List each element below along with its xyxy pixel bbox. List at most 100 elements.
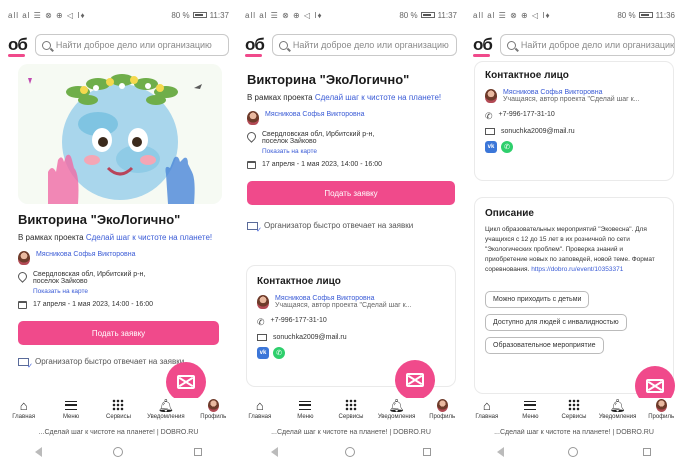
recents-icon[interactable]	[642, 448, 651, 456]
nav-notifications[interactable]: 🔔︎ Уведомления	[377, 397, 417, 421]
system-navigation	[237, 443, 465, 461]
search-input[interactable]: Найти доброе дело или организацию	[271, 34, 457, 56]
system-navigation	[465, 443, 683, 461]
organizer-avatar	[247, 111, 259, 125]
browser-url-title[interactable]: ...Сделай шаг к чистоте на планете! | DO…	[465, 429, 683, 441]
signal-icons: all al ☰ ⊗ ⊕ ◁ I♦	[245, 10, 323, 20]
back-icon[interactable]	[497, 447, 505, 457]
nav-notifications[interactable]: 🔔︎ Уведомления	[146, 398, 186, 421]
nav-menu[interactable]: Меню	[510, 398, 550, 420]
whatsapp-icon[interactable]: ✆	[273, 347, 285, 359]
tag-accessible[interactable]: Доступно для людей с инвалидностью	[485, 314, 627, 332]
whatsapp-icon[interactable]: ✆	[501, 141, 513, 153]
contact-email[interactable]: sonuchka2009@mail.ru	[501, 128, 575, 135]
contact-email-row: sonuchka2009@mail.ru	[257, 334, 445, 341]
nav-home[interactable]: ⌂ Главная	[467, 398, 507, 421]
system-navigation	[0, 443, 237, 461]
dobro-logo[interactable]: об	[473, 35, 493, 57]
tag-educational[interactable]: Образовательное мероприятие	[485, 337, 604, 355]
organizer-name-link[interactable]: Мясникова Софья Викторовна	[36, 251, 136, 258]
clock: 11:37	[437, 10, 457, 20]
search-input[interactable]: Найти доброе дело или организацию	[499, 34, 675, 56]
status-bar: all al ☰ ⊗ ⊕ ◁ I♦ 80 % 11:37	[0, 0, 237, 30]
organizer-row: Мясникова Софья Викторовна	[18, 251, 219, 265]
project-link[interactable]: Сделай шаг к чистоте на планете!	[315, 93, 441, 102]
contact-role: Учащаяся, автор проекта "Сделай шаг к...	[275, 302, 412, 309]
show-on-map-link[interactable]: Показать на карте	[262, 148, 455, 155]
nav-profile[interactable]: Профиль	[193, 398, 233, 420]
menu-icon	[299, 400, 312, 410]
social-links: vk ✆	[257, 347, 445, 359]
home-circle-icon[interactable]	[112, 447, 123, 457]
nav-notifications[interactable]: 🔔︎ Уведомления	[598, 398, 638, 421]
contact-person-row: Мясникова Софья Викторовна Учащаяся, авт…	[257, 295, 445, 309]
search-header: об Найти доброе дело или организацию	[237, 32, 465, 58]
nav-profile[interactable]: Профиль	[422, 398, 462, 420]
description-link[interactable]: https://dobro.ru/event/10353371	[531, 266, 623, 273]
battery-percent: 80 %	[171, 10, 190, 20]
floating-action-button[interactable]	[166, 362, 206, 402]
home-circle-icon[interactable]	[568, 447, 579, 457]
project-link[interactable]: Сделай шаг к чистоте на планете!	[86, 233, 212, 242]
contact-name-link[interactable]: Мясникова Софья Викторовна	[275, 295, 412, 302]
apply-button[interactable]: Подать заявку	[247, 181, 455, 205]
contact-phone-row: ✆ +7-996-177-31-10	[485, 111, 663, 122]
screenshot-pane-2: all al ☰ ⊗ ⊕ ◁ I♦ 80 % 11:37 об Найти до…	[237, 0, 465, 461]
apply-button[interactable]: Подать заявку	[18, 321, 219, 345]
nav-services[interactable]: Сервисы	[331, 398, 371, 420]
dobro-logo[interactable]: об	[8, 35, 28, 57]
search-input[interactable]: Найти доброе дело или организацию	[34, 34, 229, 56]
home-circle-icon[interactable]	[345, 447, 356, 457]
address-row: Свердловская обл, Ирбитский р-н, поселок…	[16, 270, 219, 285]
floating-action-button[interactable]	[395, 360, 435, 400]
recents-icon[interactable]	[423, 448, 432, 456]
tag-with-children[interactable]: Можно приходить с детьми	[485, 291, 590, 309]
vk-icon[interactable]: vk	[257, 347, 269, 359]
organizer-name-link[interactable]: Мясникова Софья Викторовна	[265, 111, 365, 118]
contact-phone[interactable]: +7-996-177-31-10	[499, 111, 555, 118]
nav-menu[interactable]: Меню	[51, 398, 91, 420]
browser-url-title[interactable]: ...Сделай шаг к чистоте на планете! | DO…	[237, 429, 465, 441]
event-subtitle: В рамках проекта Сделай шаг к чистоте на…	[247, 93, 442, 102]
profile-avatar-icon	[655, 398, 667, 412]
bell-icon: 🔔︎	[388, 397, 405, 413]
nav-home[interactable]: ⌂ Главная	[240, 397, 280, 421]
mail-icon	[406, 373, 424, 387]
bottom-navigation: ⌂ Главная Меню Сервисы 🔔︎ Уведомления Проф…	[237, 398, 465, 428]
event-title: Викторина "ЭкоЛогично"	[247, 72, 410, 87]
event-address: Свердловская обл, Ирбитский р-н, поселок…	[262, 131, 375, 145]
nav-profile[interactable]: Профиль	[641, 398, 681, 420]
tags-list: Можно приходить с детьми Доступно для лю…	[485, 285, 663, 355]
menu-icon	[65, 400, 78, 410]
home-icon: ⌂	[19, 397, 28, 413]
location-pin-icon	[245, 130, 258, 143]
signal-icons: all al ☰ ⊗ ⊕ ◁ I♦	[473, 10, 551, 20]
bottom-navigation: ⌂ Главная Меню Сервисы 🔔︎ Уведомления Проф…	[465, 398, 683, 428]
dobro-logo[interactable]: об	[245, 35, 265, 57]
show-on-map-link[interactable]: Показать на карте	[33, 288, 219, 295]
fast-reply-note: Организатор быстро отвечает на заявки	[247, 221, 455, 234]
contact-name-link[interactable]: Мясникова Софья Викторовна	[503, 89, 640, 96]
nav-services[interactable]: Сервисы	[554, 398, 594, 420]
nav-home[interactable]: ⌂ Главная	[4, 397, 44, 421]
home-icon: ⌂	[255, 397, 264, 413]
contact-phone[interactable]: +7-996-177-31-10	[271, 317, 327, 324]
contact-title: Контактное лицо	[485, 70, 569, 81]
phone-icon: ✆	[257, 317, 265, 327]
recents-icon[interactable]	[193, 448, 202, 456]
battery-icon	[638, 12, 653, 18]
address-row: Свердловская обл, Ирбитский р-н, поселок…	[245, 130, 455, 145]
nav-menu[interactable]: Меню	[285, 398, 325, 420]
date-row: 17 апреля - 1 мая 2023, 14:00 - 16:00	[18, 301, 219, 309]
back-icon[interactable]	[270, 447, 278, 457]
search-placeholder: Найти доброе дело или организацию	[292, 40, 449, 50]
back-icon[interactable]	[35, 447, 43, 457]
profile-avatar-icon	[207, 398, 219, 412]
search-placeholder: Найти доброе дело или организацию	[55, 40, 212, 50]
vk-icon[interactable]: vk	[485, 141, 497, 153]
earth-child-illustration	[18, 64, 222, 204]
browser-url-title[interactable]: ...Сделай шаг к чистоте на планете! | DO…	[0, 429, 237, 441]
grid-icon	[112, 399, 125, 411]
nav-services[interactable]: Сервисы	[98, 398, 138, 420]
contact-email[interactable]: sonuchka2009@mail.ru	[273, 334, 347, 341]
